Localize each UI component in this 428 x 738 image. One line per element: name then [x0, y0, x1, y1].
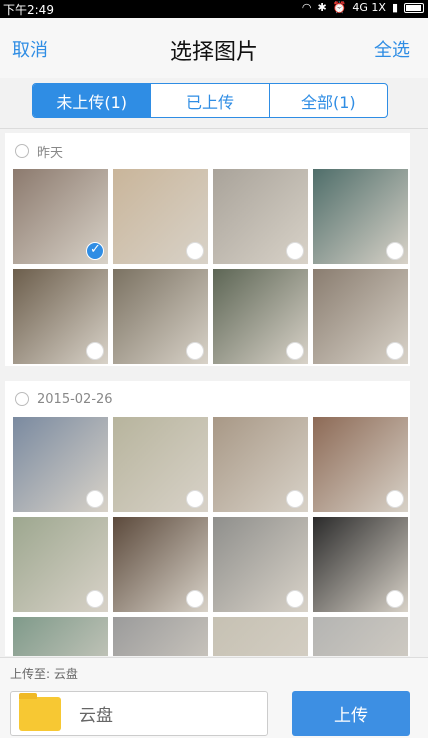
photo-thumbnail[interactable]	[213, 169, 308, 264]
photo-thumbnail[interactable]	[313, 617, 408, 656]
battery-icon	[404, 2, 424, 13]
status-icons: ◠ ✱ ⏰ 4G 1X ▮	[302, 1, 424, 14]
select-circle-icon[interactable]	[86, 590, 104, 608]
upload-destination-label: 上传至: 云盘	[10, 667, 78, 681]
checked-circle-icon[interactable]	[86, 242, 104, 260]
photo-thumbnail[interactable]	[213, 617, 308, 656]
photo-thumbnail[interactable]	[13, 417, 108, 512]
select-circle-icon[interactable]	[186, 342, 204, 360]
photo-thumbnail[interactable]	[313, 517, 408, 612]
network-label: 4G 1X	[352, 1, 386, 14]
select-circle-icon[interactable]	[386, 590, 404, 608]
select-all-button[interactable]: 全选	[374, 36, 410, 62]
photo-thumbnail[interactable]	[13, 517, 108, 612]
photo-section-2015-02-26: 2015-02-26	[5, 381, 410, 656]
select-circle-icon[interactable]	[86, 342, 104, 360]
select-circle-icon[interactable]	[86, 490, 104, 508]
select-circle-icon[interactable]	[186, 590, 204, 608]
signal-icon: ▮	[391, 1, 398, 14]
select-circle-icon[interactable]	[386, 490, 404, 508]
section-date: 昨天	[37, 145, 64, 161]
photo-thumbnail[interactable]	[13, 617, 108, 656]
tab-all[interactable]: 全部(1)	[270, 84, 387, 117]
divider	[0, 128, 428, 129]
photo-thumbnail[interactable]	[313, 417, 408, 512]
tab-uploaded[interactable]: 已上传	[151, 84, 270, 117]
photo-section-yesterday: 昨天	[5, 133, 410, 366]
photo-thumbnail[interactable]	[313, 269, 408, 364]
section-header: 昨天	[5, 133, 410, 169]
tab-not-uploaded[interactable]: 未上传(1)	[33, 84, 152, 117]
select-circle-icon[interactable]	[286, 242, 304, 260]
alarm-icon: ⏰	[332, 1, 347, 14]
destination-name: 云盘	[79, 706, 113, 726]
select-circle-icon[interactable]	[186, 242, 204, 260]
photo-thumbnail[interactable]	[113, 169, 208, 264]
photo-thumbnail[interactable]	[313, 169, 408, 264]
upload-filter-tabs: 未上传(1) 已上传 全部(1)	[32, 83, 388, 118]
photo-thumbnail[interactable]	[113, 269, 208, 364]
photo-thumbnail[interactable]	[13, 269, 108, 364]
photo-thumbnail[interactable]	[213, 417, 308, 512]
destination-picker[interactable]: 云盘	[10, 691, 268, 736]
status-bar: 下午2:49 ◠ ✱ ⏰ 4G 1X ▮	[0, 0, 428, 18]
select-circle-icon[interactable]	[386, 242, 404, 260]
photo-grid	[5, 169, 410, 364]
photo-thumbnail[interactable]	[113, 617, 208, 656]
section-select-radio[interactable]	[15, 144, 29, 158]
select-circle-icon[interactable]	[186, 490, 204, 508]
section-date: 2015-02-26	[37, 391, 113, 407]
select-circle-icon[interactable]	[286, 342, 304, 360]
section-header: 2015-02-26	[5, 381, 410, 417]
upload-button[interactable]: 上传	[292, 691, 410, 736]
select-circle-icon[interactable]	[386, 342, 404, 360]
photo-thumbnail[interactable]	[213, 269, 308, 364]
status-time: 下午2:49	[3, 3, 54, 17]
photo-thumbnail[interactable]	[213, 517, 308, 612]
photo-thumbnail[interactable]	[13, 169, 108, 264]
photo-grid	[5, 417, 410, 656]
page-title: 选择图片	[169, 40, 258, 65]
folder-icon	[19, 692, 61, 731]
top-bar: 取消 选择图片 全选	[0, 18, 428, 78]
select-circle-icon[interactable]	[286, 590, 304, 608]
select-circle-icon[interactable]	[286, 490, 304, 508]
photo-thumbnail[interactable]	[113, 517, 208, 612]
section-select-radio[interactable]	[15, 392, 29, 406]
wifi-icon: ◠	[301, 1, 312, 14]
upload-footer: 上传至: 云盘 云盘 上传	[0, 657, 428, 738]
photo-thumbnail[interactable]	[113, 417, 208, 512]
bluetooth-icon: ✱	[317, 1, 327, 14]
